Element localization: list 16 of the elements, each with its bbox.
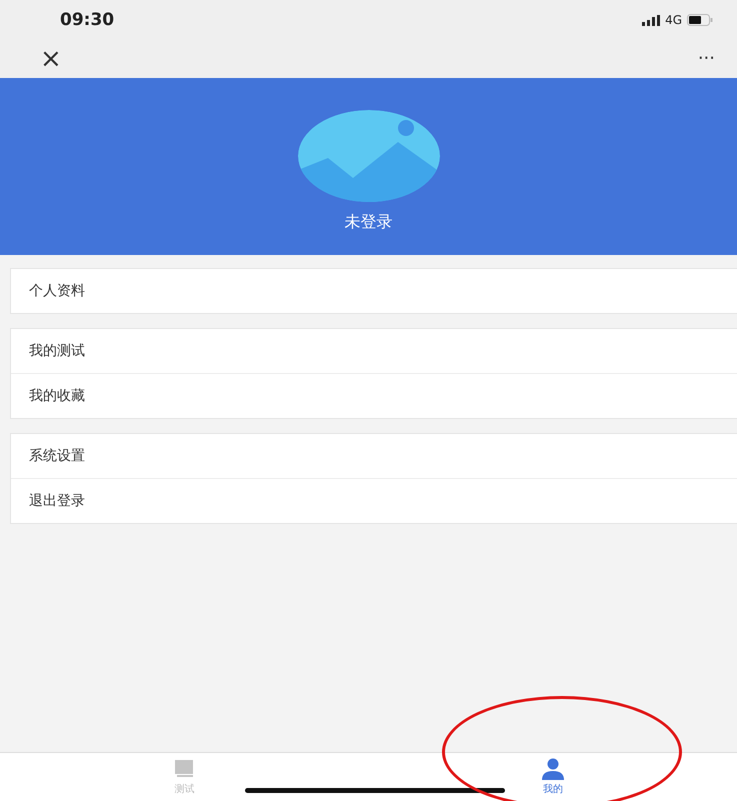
menu-item[interactable]: 退出登录 [11, 478, 737, 523]
person-icon [540, 758, 566, 780]
menu-item[interactable]: 我的收藏 [11, 373, 737, 418]
more-button[interactable]: ··· [698, 50, 715, 68]
close-button[interactable]: × [40, 46, 62, 72]
network-label: 4G [665, 13, 682, 27]
tab[interactable]: 我的 [368, 753, 737, 801]
avatar-icon [298, 110, 440, 202]
menu-item[interactable]: 系统设置 [11, 434, 737, 478]
menu-item[interactable]: 个人资料 [11, 269, 737, 313]
status-time: 09:30 [60, 10, 114, 30]
login-status: 未登录 [344, 212, 392, 233]
signal-icon [642, 14, 660, 26]
message-icon [173, 758, 196, 780]
battery-icon [687, 14, 713, 26]
menu-item[interactable]: 我的测试 [11, 329, 737, 373]
